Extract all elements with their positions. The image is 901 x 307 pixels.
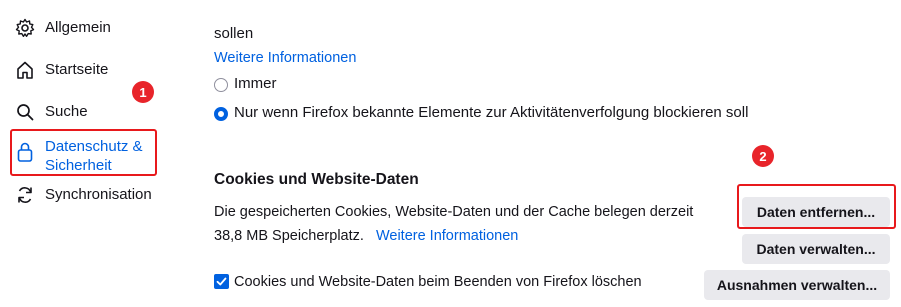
sidebar-item-label: Startseite [45, 61, 109, 78]
gear-icon [14, 17, 36, 39]
sidebar-item-suche[interactable]: Suche [14, 101, 88, 123]
sidebar-item-label: Allgemein [45, 19, 111, 36]
checkmark-icon [216, 277, 227, 286]
delete-on-close-label: Cookies und Website-Daten beim Beenden v… [234, 274, 642, 290]
clipped-text-top: ' ' ' ' ' ' ' ' ' ' ' ' ' ' ' ' ' ' [214, 0, 834, 6]
storage-usage-text: 38,8 MB Speicherplatz. [214, 228, 364, 244]
home-icon [14, 59, 36, 81]
delete-on-close-checkbox[interactable] [214, 274, 229, 289]
more-info-link[interactable]: Weitere Informationen [214, 49, 356, 67]
manage-exceptions-button[interactable]: Ausnahmen verwalten... [704, 270, 890, 300]
clipped-sentence-end: sollen [214, 25, 254, 42]
radio-nur-wenn[interactable] [214, 107, 228, 121]
sidebar-item-label: Synchronisation [45, 186, 152, 203]
cookies-more-info-link[interactable]: Weitere Informationen [376, 228, 518, 244]
cookies-description-line1: Die gespeicherten Cookies, Website-Daten… [214, 204, 694, 220]
radio-nur-wenn-label: Nur wenn Firefox bekannte Elemente zur A… [234, 104, 749, 121]
radio-immer-label: Immer [234, 75, 277, 92]
sidebar-item-allgemein[interactable]: Allgemein [14, 17, 111, 39]
sidebar-item-label: Suche [45, 103, 88, 120]
search-icon [14, 101, 36, 123]
annotation-box-2 [737, 184, 896, 229]
annotation-badge-2: 2 [752, 145, 774, 167]
cookies-description-line2: 38,8 MB Speicherplatz. Weitere Informati… [214, 227, 518, 245]
sidebar-item-synchronisation[interactable]: Synchronisation [14, 184, 152, 206]
sync-icon [14, 184, 36, 206]
annotation-box-1 [10, 129, 157, 176]
cookies-heading: Cookies und Website-Daten [214, 171, 419, 188]
manage-data-button[interactable]: Daten verwalten... [742, 234, 890, 264]
radio-immer[interactable] [214, 78, 228, 92]
annotation-badge-1: 1 [132, 81, 154, 103]
sidebar-item-startseite[interactable]: Startseite [14, 59, 108, 81]
